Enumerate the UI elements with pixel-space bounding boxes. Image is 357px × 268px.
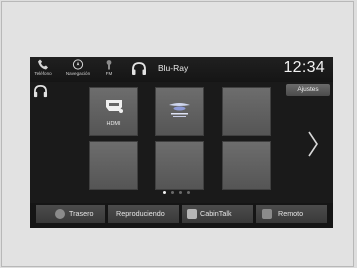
empty-tile[interactable] xyxy=(89,141,138,190)
hdmi-connector-icon xyxy=(106,100,123,113)
source-title: Blu-Ray xyxy=(158,63,189,73)
chevron-right-icon[interactable] xyxy=(305,129,321,159)
fm-label: FM xyxy=(105,71,113,76)
rear-icon xyxy=(55,209,65,219)
remote-icon xyxy=(262,209,272,219)
rear-headphones-icon xyxy=(33,85,48,98)
cabintalk-icon xyxy=(187,209,197,219)
page-dot-active xyxy=(163,191,166,194)
headphones-icon xyxy=(132,62,146,75)
infotainment-screen: Teléfono Navegación FM Blu-Ray 12:34 Aju… xyxy=(30,57,333,228)
navigation-label: Navegación xyxy=(65,71,91,76)
cabintalk-label: CabinTalk xyxy=(200,209,232,218)
status-bar: Teléfono Navegación FM Blu-Ray 12:34 xyxy=(30,57,333,82)
phone-label: Teléfono xyxy=(34,71,52,76)
page-dot xyxy=(187,191,190,194)
empty-tile[interactable] xyxy=(155,141,204,190)
phone-button[interactable]: Teléfono xyxy=(33,58,53,81)
manual-figure-frame: Teléfono Navegación FM Blu-Ray 12:34 Aju… xyxy=(1,1,354,267)
navigation-button[interactable]: Navegación xyxy=(61,58,95,81)
compass-icon xyxy=(72,59,84,70)
empty-tile[interactable] xyxy=(222,87,271,136)
rear-button[interactable]: Trasero xyxy=(36,205,105,223)
radio-icon xyxy=(106,60,112,70)
page-dot xyxy=(171,191,174,194)
page-dot xyxy=(179,191,182,194)
settings-button[interactable]: Ajustes xyxy=(286,84,330,96)
remote-label: Remoto xyxy=(278,209,304,218)
empty-tile[interactable] xyxy=(222,141,271,190)
clock: 12:34 xyxy=(283,59,325,76)
bluray-disc-logo-icon xyxy=(169,103,190,117)
now-playing-label: Reproduciendo xyxy=(116,209,165,218)
bottom-bar: Trasero Reproduciendo CabinTalk Remoto xyxy=(30,203,333,228)
fm-button[interactable]: FM xyxy=(102,58,116,81)
page-indicator xyxy=(163,190,203,196)
cabintalk-button[interactable]: CabinTalk xyxy=(182,205,253,223)
rear-label: Trasero xyxy=(69,209,94,218)
now-playing-button[interactable]: Reproduciendo xyxy=(108,205,179,223)
bluray-tile[interactable] xyxy=(155,87,204,136)
hdmi-label: HDMI xyxy=(106,121,121,127)
phone-icon xyxy=(38,59,48,70)
hdmi-tile[interactable]: HDMI xyxy=(89,87,138,136)
remote-button[interactable]: Remoto xyxy=(256,205,327,223)
